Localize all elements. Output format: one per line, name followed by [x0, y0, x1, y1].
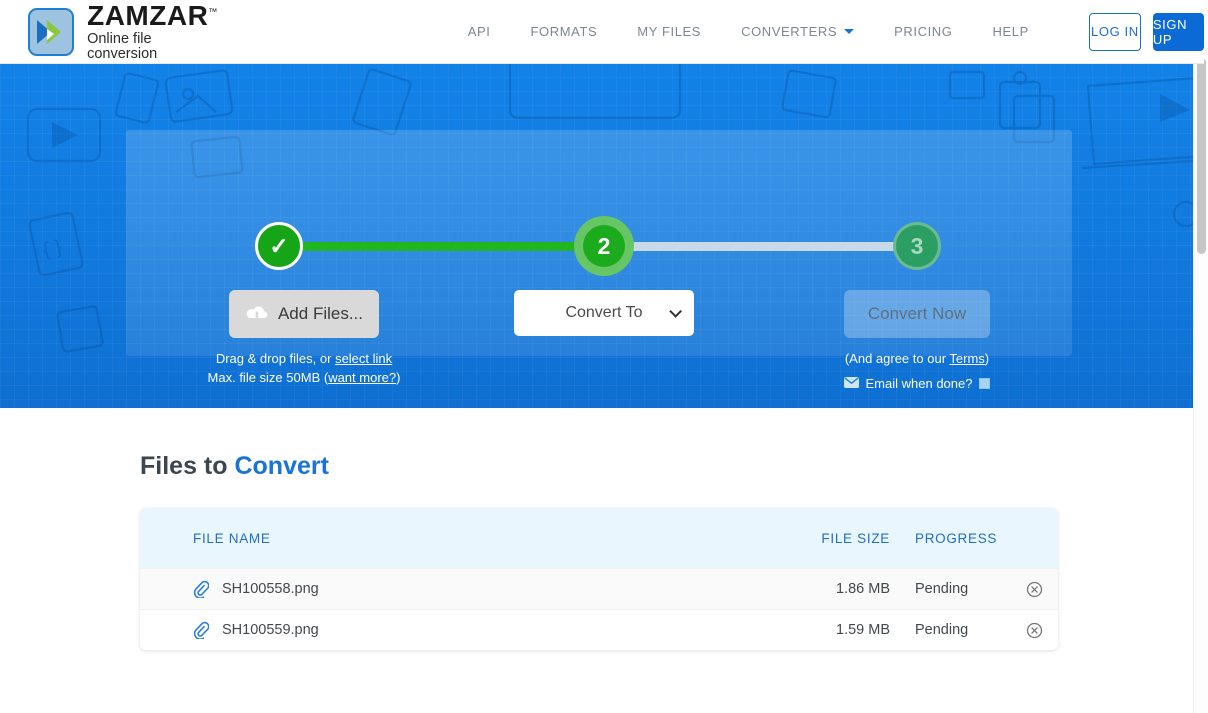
file-size-cell: 1.86 MB	[836, 581, 890, 597]
remove-file-button[interactable]	[1010, 622, 1058, 639]
header-file-size-label: FILE SIZE	[821, 530, 890, 546]
nav-item-formats[interactable]: FORMATS	[510, 24, 617, 39]
main-nav: API FORMATS MY FILES CONVERTERS PRICING …	[448, 24, 1049, 39]
chevron-down-icon	[669, 304, 682, 318]
header-progress-label: PROGRESS	[915, 530, 998, 546]
page-scrollbar[interactable]	[1193, 0, 1208, 713]
logo-title: ZAMZAR	[87, 0, 209, 31]
header-progress: PROGRESS	[890, 531, 1010, 546]
terms-suffix: )	[984, 351, 990, 366]
convert-now-button[interactable]: Convert Now	[844, 290, 990, 338]
step-2-label: 2	[597, 232, 611, 259]
add-files-button[interactable]: Add Files...	[229, 290, 379, 338]
remove-icon	[1026, 581, 1043, 598]
convert-to-select[interactable]: Convert To	[514, 290, 694, 336]
convert-to-label: Convert To	[565, 304, 643, 321]
step-1-indicator: ✓	[255, 222, 303, 270]
hero-section: { } ✓ 2 3 Add Files... Drag & drop files…	[0, 64, 1204, 408]
step-3-column: Convert Now (And agree to our Terms) Ema…	[771, 290, 1063, 391]
step-2-column: Convert To	[451, 290, 757, 336]
nav-item-pricing[interactable]: PRICING	[874, 24, 972, 39]
paperclip-icon	[193, 621, 209, 639]
site-header: ZAMZAR™ Online file conversion API FORMA…	[0, 0, 1204, 64]
terms-link[interactable]: Terms	[949, 351, 984, 366]
table-row: SH100559.png 1.59 MB Pending	[140, 609, 1058, 650]
signup-label: SIGN UP	[1152, 16, 1188, 47]
table-row: SH100558.png 1.86 MB Pending	[140, 568, 1058, 609]
step-3-indicator: 3	[893, 222, 941, 270]
login-button[interactable]: LOG IN	[1088, 12, 1141, 51]
step-2-indicator: 2	[574, 216, 634, 276]
files-title-prefix: Files to	[140, 452, 235, 480]
email-when-done-checkbox[interactable]	[979, 378, 991, 389]
email-when-done-label: Email when done?	[865, 376, 973, 391]
drag-drop-note: Drag & drop files, or select link Max. f…	[206, 349, 402, 387]
scrollbar-thumb[interactable]	[1197, 58, 1206, 254]
header-file-size: FILE SIZE	[740, 531, 890, 546]
header-file-name-label: FILE NAME	[193, 530, 271, 546]
remove-icon	[1026, 622, 1043, 639]
nav-item-converters[interactable]: CONVERTERS	[721, 24, 874, 39]
paperclip-icon	[193, 580, 209, 598]
nav-item-api[interactable]: API	[448, 24, 511, 39]
terms-prefix: (And agree to our	[844, 351, 950, 366]
drag-drop-text: Drag & drop files, or	[215, 351, 336, 366]
nav-item-help[interactable]: HELP	[973, 24, 1049, 39]
nav-item-my-files[interactable]: MY FILES	[617, 24, 721, 39]
files-table-header: FILE NAME FILE SIZE PROGRESS	[140, 508, 1058, 568]
file-name-cell: SH100558.png	[140, 580, 740, 598]
file-name-cell: SH100559.png	[140, 621, 740, 639]
nav-label: API	[467, 24, 491, 39]
file-name: SH100558.png	[222, 581, 319, 597]
email-when-done-row: Email when done?	[771, 376, 1063, 391]
page-root: ZAMZAR™ Online file conversion API FORMA…	[0, 0, 1208, 713]
step-1-label: ✓	[269, 232, 289, 259]
nav-label: CONVERTERS	[741, 24, 838, 39]
file-name: SH100559.png	[222, 622, 319, 638]
double-chevron-icon	[28, 7, 75, 56]
files-title-highlight: Convert	[234, 452, 329, 480]
logo-tm: ™	[208, 6, 218, 17]
nav-label: MY FILES	[637, 24, 702, 39]
chevron-down-icon	[844, 29, 855, 34]
svg-text:{ }: { }	[41, 236, 64, 262]
nav-label: HELP	[992, 24, 1029, 39]
step-3-label: 3	[910, 232, 924, 259]
files-to-convert-title: Files to Convert	[140, 452, 329, 481]
login-label: LOG IN	[1091, 24, 1139, 39]
progress-track-complete	[278, 242, 598, 251]
header-file-name: FILE NAME	[140, 531, 740, 546]
envelope-icon	[843, 376, 859, 391]
terms-note: (And agree to our Terms)	[771, 349, 1063, 368]
nav-label: FORMATS	[530, 24, 598, 39]
remove-file-button[interactable]	[1010, 581, 1058, 598]
want-more-link[interactable]: want more?	[328, 370, 396, 385]
file-progress-cell: Pending	[915, 581, 969, 597]
cloud-upload-icon	[245, 302, 269, 327]
logo-subtitle: Online file conversion	[87, 31, 158, 62]
files-table: FILE NAME FILE SIZE PROGRESS SH100558.pn…	[140, 508, 1058, 650]
progress-track-pending	[598, 242, 918, 251]
convert-now-label: Convert Now	[867, 304, 967, 323]
step-1-column: Add Files... Drag & drop files, or selec…	[206, 290, 402, 387]
file-size-cell: 1.59 MB	[836, 622, 890, 638]
file-size-text: Max. file size 50MB (	[207, 370, 329, 385]
logo[interactable]: ZAMZAR™ Online file conversion	[28, 2, 220, 61]
conversion-stepper: ✓ 2 3 Add Files... Drag & drop files, or…	[126, 130, 1072, 391]
file-size-suffix: )	[396, 370, 401, 385]
file-progress-cell: Pending	[915, 622, 969, 638]
signup-button[interactable]: SIGN UP	[1152, 12, 1204, 51]
select-link[interactable]: select link	[335, 351, 392, 366]
nav-label: PRICING	[894, 24, 953, 39]
add-files-label: Add Files...	[277, 304, 364, 323]
